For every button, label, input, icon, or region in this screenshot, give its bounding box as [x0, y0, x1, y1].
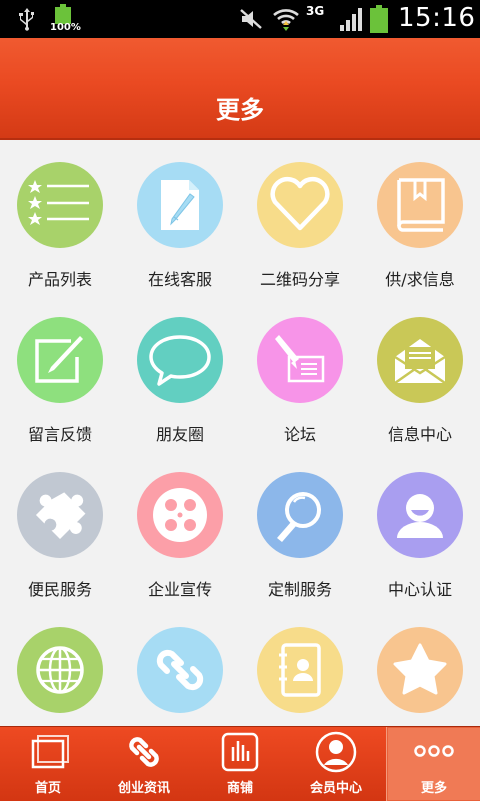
- product-list-icon: [28, 180, 89, 225]
- custom-service-circle: [257, 472, 343, 558]
- grid-item-product-list[interactable]: 产品列表: [0, 140, 120, 295]
- enterprise-promo-icon: [153, 488, 207, 542]
- tab-label: 更多: [420, 781, 447, 796]
- link-circle: [137, 627, 223, 713]
- grid-item-friends-circle[interactable]: 朋友圈: [120, 295, 240, 450]
- grid-item-label: 二维码分享: [259, 270, 340, 289]
- qr-share-icon: [270, 176, 330, 231]
- globe-icon: [36, 646, 84, 694]
- grid-item-forum[interactable]: 论坛: [240, 295, 360, 450]
- grid-item-contacts[interactable]: [240, 605, 360, 726]
- star-icon: [393, 643, 447, 695]
- tab-more[interactable]: 更多: [386, 727, 480, 801]
- grid-item-star[interactable]: [360, 605, 480, 726]
- mute-icon: [240, 9, 262, 29]
- tab-label: 创业资讯: [117, 781, 170, 796]
- feature-grid: 产品列表 在线客服 二维码分享 供/求信息 留言反馈 朋友圈 论坛 信息中心 便…: [0, 140, 480, 726]
- page-title: 更多: [216, 96, 264, 124]
- grid-item-label: 产品列表: [27, 270, 92, 289]
- center-certification-icon: [397, 494, 443, 538]
- usb-icon: [19, 8, 34, 31]
- grid-item-globe[interactable]: [0, 605, 120, 726]
- header: 更多: [0, 38, 480, 140]
- grid-item-label: 供/求信息: [385, 270, 455, 289]
- grid-item-label: 定制服务: [267, 580, 332, 599]
- grid-item-center-certification[interactable]: 中心认证: [360, 450, 480, 605]
- tab-home[interactable]: 首页: [0, 727, 96, 801]
- more-icon: [414, 745, 454, 757]
- grid-item-label: 中心认证: [387, 580, 452, 599]
- grid-item-label: 企业宣传: [147, 580, 212, 599]
- grid-item-label: 便民服务: [27, 580, 92, 599]
- wifi-icon: [273, 9, 299, 31]
- supply-demand-circle: [377, 162, 463, 248]
- link-icon: [129, 737, 159, 767]
- convenience-service-icon: [35, 492, 86, 540]
- home-icon: [31, 735, 69, 769]
- battery-full-icon: [370, 5, 388, 33]
- contacts-circle: [257, 627, 343, 713]
- feedback-icon: [35, 336, 83, 383]
- center-certification-circle: [377, 472, 463, 558]
- grid-item-label: 论坛: [283, 425, 316, 444]
- tab-shop[interactable]: 商铺: [192, 727, 288, 801]
- friends-circle-circle: [137, 317, 223, 403]
- grid-item-qr-share[interactable]: 二维码分享: [240, 140, 360, 295]
- grid-item-online-service[interactable]: 在线客服: [120, 140, 240, 295]
- online-service-icon: [161, 180, 199, 230]
- link-icon: [156, 649, 204, 691]
- grid-item-custom-service[interactable]: 定制服务: [240, 450, 360, 605]
- info-center-icon: [394, 339, 446, 385]
- network-type: 3G: [306, 4, 325, 18]
- contacts-icon: [279, 643, 321, 697]
- star-circle: [377, 627, 463, 713]
- signal-icon: [340, 8, 362, 31]
- product-list-circle: [17, 162, 103, 248]
- grid-item-label: 留言反馈: [27, 425, 92, 444]
- grid-item-feedback[interactable]: 留言反馈: [0, 295, 120, 450]
- grid-item-supply-demand[interactable]: 供/求信息: [360, 140, 480, 295]
- forum-icon: [275, 335, 325, 383]
- tab-member-center[interactable]: 会员中心: [288, 727, 384, 801]
- globe-circle: [17, 627, 103, 713]
- battery-percent: 100%: [50, 22, 81, 33]
- online-service-circle: [137, 162, 223, 248]
- tab-label: 会员中心: [309, 781, 362, 796]
- grid-item-label: 在线客服: [147, 270, 212, 289]
- clock: 15:16: [398, 3, 476, 33]
- supply-demand-icon: [397, 178, 445, 232]
- convenience-service-circle: [17, 472, 103, 558]
- bottom-tab-bar: 首页 创业资讯 商铺 会员中心 更多: [0, 726, 480, 801]
- grid-item-convenience-service[interactable]: 便民服务: [0, 450, 120, 605]
- grid-item-label: 朋友圈: [155, 425, 204, 444]
- forum-circle: [257, 317, 343, 403]
- shop-icon: [221, 732, 259, 772]
- status-bar: 100% 3G 15:16: [0, 0, 480, 38]
- grid-item-enterprise-promo[interactable]: 企业宣传: [120, 450, 240, 605]
- tab-label: 首页: [34, 781, 61, 796]
- info-center-circle: [377, 317, 463, 403]
- grid-item-info-center[interactable]: 信息中心: [360, 295, 480, 450]
- tab-label: 商铺: [226, 781, 253, 796]
- member-icon: [315, 731, 357, 773]
- tab-startup-news[interactable]: 创业资讯: [96, 727, 192, 801]
- enterprise-promo-circle: [137, 472, 223, 558]
- friends-circle-icon: [149, 335, 211, 386]
- feedback-circle: [17, 317, 103, 403]
- grid-item-link[interactable]: [120, 605, 240, 726]
- qr-share-circle: [257, 162, 343, 248]
- grid-item-label: 信息中心: [387, 425, 452, 444]
- custom-service-icon: [277, 492, 321, 542]
